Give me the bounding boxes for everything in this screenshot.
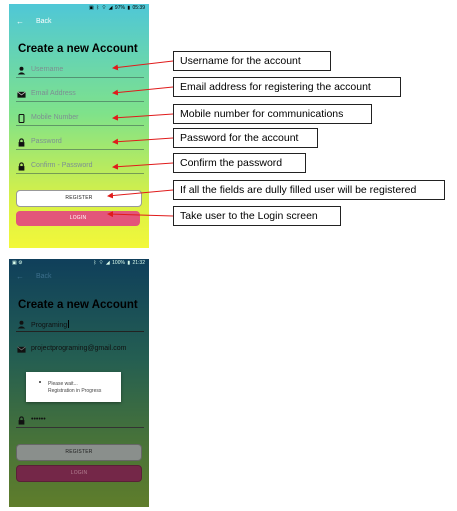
signal-icon: ◢ <box>105 260 110 266</box>
status-left: ▣ ⚙ <box>12 259 23 268</box>
mail-icon <box>17 91 26 98</box>
annotation-register: If all the fields are dully filled user … <box>173 180 445 200</box>
bluetooth-icon: ᛒ <box>96 5 100 11</box>
mobile-placeholder: Mobile Number <box>31 114 79 121</box>
status-bar: ▣ ᛒ ⌔ ◢ 97% ▮ 05:39 <box>9 4 149 13</box>
progress-spinner <box>39 381 41 383</box>
person-icon <box>17 320 26 329</box>
username-field[interactable]: Programing <box>16 319 144 332</box>
annotation-email: Email address for registering the accoun… <box>173 77 401 97</box>
email-field[interactable]: Email Address <box>16 89 144 102</box>
register-button[interactable]: REGISTER <box>16 190 142 207</box>
battery-icon: ▮ <box>127 5 131 11</box>
gallery-icon: ▣ <box>12 260 17 266</box>
phone-screen-registering: ▣ ⚙ ᛒ ⌔ ◢ 100% ▮ 21:32 ← Back Create a n… <box>9 259 149 507</box>
app-bar: ← Back <box>9 268 149 286</box>
mobile-field[interactable]: Mobile Number <box>16 113 144 126</box>
page-title: Create a new Account <box>18 299 138 311</box>
password-placeholder: Password <box>31 138 62 145</box>
page-title: Create a new Account <box>18 43 138 55</box>
username-field[interactable]: Username <box>16 65 144 78</box>
settings-icon: ⚙ <box>18 260 23 266</box>
back-label[interactable]: Back <box>36 273 52 280</box>
annotation-password: Password for the account <box>173 128 318 148</box>
confirm-password-field[interactable]: Confirm - Password <box>16 161 144 174</box>
dialog-line-1: Please wait... <box>48 381 78 387</box>
login-button[interactable]: LOGIN <box>16 211 140 226</box>
password-field[interactable]: •••••• <box>16 415 144 428</box>
register-button[interactable]: REGISTER <box>16 444 142 461</box>
email-value: projectprograming@gmail.com <box>31 345 127 352</box>
email-placeholder: Email Address <box>31 90 76 97</box>
lock-icon <box>18 416 25 425</box>
back-arrow-icon[interactable]: ← <box>16 17 24 26</box>
signal-icon: ◢ <box>108 5 113 11</box>
phone-screen-empty-form: ▣ ᛒ ⌔ ◢ 97% ▮ 05:39 ← Back Create a new … <box>9 4 149 248</box>
password-field[interactable]: Password <box>16 137 144 150</box>
mail-icon <box>17 346 26 353</box>
clock: 21:32 <box>132 260 145 266</box>
login-button[interactable]: LOGIN <box>16 465 142 482</box>
annotation-mobile: Mobile number for communications <box>173 104 372 124</box>
app-bar: ← Back <box>9 13 149 31</box>
battery-icon: ▮ <box>127 260 131 266</box>
dialog-line-2: Registration in Progress <box>48 388 102 394</box>
text-cursor <box>68 320 70 328</box>
username-placeholder: Username <box>31 66 64 73</box>
annotation-confirm: Confirm the password <box>173 153 306 173</box>
battery-percent: 100% <box>112 260 125 266</box>
password-value: •••••• <box>31 416 46 423</box>
battery-saver-icon: ▣ <box>89 5 94 11</box>
progress-dialog: Please wait... Registration in Progress <box>26 372 121 402</box>
lock-icon <box>18 138 25 147</box>
annotation-username: Username for the account <box>173 51 331 71</box>
confirm-password-placeholder: Confirm - Password <box>31 162 93 169</box>
phone-icon <box>18 114 25 123</box>
status-bar: ▣ ⚙ ᛒ ⌔ ◢ 100% ▮ 21:32 <box>9 259 149 268</box>
wifi-icon: ⌔ <box>101 5 107 11</box>
wifi-icon: ⌔ <box>98 260 104 266</box>
username-value: Programing <box>31 322 68 329</box>
battery-percent: 97% <box>114 5 125 11</box>
status-right: ▣ ᛒ ⌔ ◢ 97% ▮ 05:39 <box>88 4 145 13</box>
email-field[interactable]: projectprograming@gmail.com <box>16 344 144 357</box>
clock: 05:39 <box>132 5 145 11</box>
person-icon <box>17 66 26 75</box>
back-arrow-icon[interactable]: ← <box>16 272 24 281</box>
annotation-login: Take user to the Login screen <box>173 206 341 226</box>
status-right: ᛒ ⌔ ◢ 100% ▮ 21:32 <box>92 259 145 268</box>
lock-icon <box>18 162 25 171</box>
back-label[interactable]: Back <box>36 18 52 25</box>
bluetooth-icon: ᛒ <box>93 260 97 266</box>
